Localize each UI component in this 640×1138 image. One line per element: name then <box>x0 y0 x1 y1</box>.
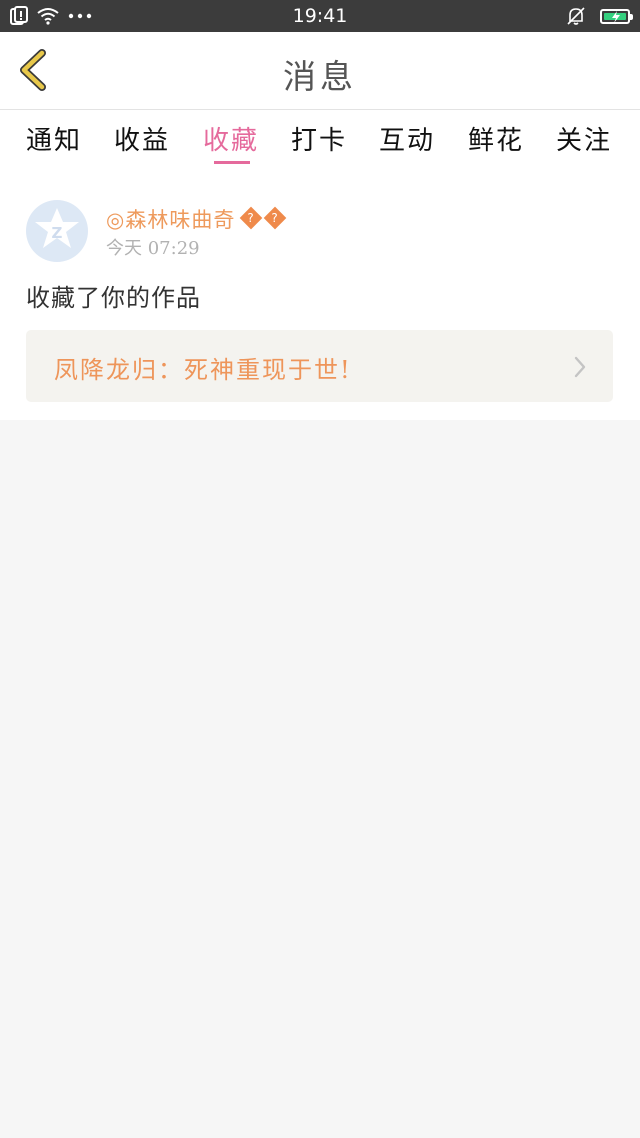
tab-bar: 通知 收益 收藏 打卡 互动 鲜花 关注 <box>0 110 640 176</box>
bell-off-icon <box>567 7 585 25</box>
page-title: 消息 <box>283 57 357 96</box>
username-text: ◎森林味曲奇 <box>106 208 236 232</box>
status-time: 19:41 <box>292 5 348 27</box>
badge-icon: ? <box>264 206 287 230</box>
badge-icon: ? <box>240 206 263 230</box>
work-link[interactable]: 凤降龙归：死神重现于世! <box>26 330 613 402</box>
tab-favorites[interactable]: 收藏 <box>203 120 259 157</box>
chevron-right-icon <box>574 356 586 378</box>
status-right-icons <box>566 6 633 26</box>
active-tab-indicator <box>214 161 250 164</box>
work-title: 凤降龙归：死神重现于世! <box>54 356 352 384</box>
tab-notice[interactable]: 通知 <box>26 120 82 157</box>
tab-interaction[interactable]: 互动 <box>379 120 435 157</box>
tab-follow[interactable]: 关注 <box>556 120 612 157</box>
default-avatar-icon[interactable]: Z <box>26 200 88 262</box>
message-time: 今天 07:29 <box>106 238 200 259</box>
tab-earnings[interactable]: 收益 <box>114 120 170 157</box>
message-action: 收藏了你的作品 <box>26 284 201 312</box>
username[interactable]: ◎森林味曲奇?? <box>106 204 287 234</box>
svg-text:Z: Z <box>52 224 63 242</box>
navigation-bar: 消息 <box>0 32 640 110</box>
tab-flowers[interactable]: 鲜花 <box>468 120 524 157</box>
tab-checkin[interactable]: 打卡 <box>291 120 347 157</box>
battery-icon <box>600 8 633 24</box>
message-card: Z ◎森林味曲奇?? 今天 07:29 收藏了你的作品 凤降龙归：死神重现于世! <box>0 176 640 420</box>
status-bar: 19:41 <box>0 0 640 32</box>
